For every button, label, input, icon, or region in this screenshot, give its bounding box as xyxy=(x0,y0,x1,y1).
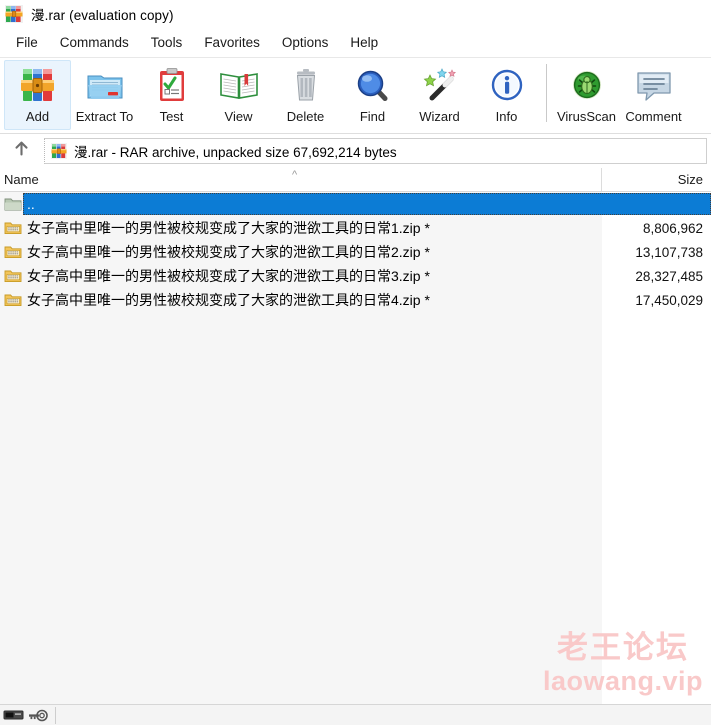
toolbar-label-add: Add xyxy=(25,109,50,124)
drive-icon[interactable] xyxy=(3,708,25,723)
archive-path-field[interactable]: 漫.rar - RAR archive, unpacked size 67,69… xyxy=(44,138,707,164)
toolbar-label-extract-to: Extract To xyxy=(75,109,134,124)
zip-archive-icon xyxy=(4,244,22,260)
row-name-cell: 女子高中里唯一的男性被校规变成了大家的泄欲工具的日常4.zip * xyxy=(0,288,602,312)
file-list-rows: .. 女子高中里唯一的男性被校规变成了大家的泄欲工具的日常1.zip * 8,8… xyxy=(0,192,711,312)
test-clipboard-icon xyxy=(150,65,194,105)
menu-item-options[interactable]: Options xyxy=(271,32,340,53)
toolbar-label-test: Test xyxy=(159,109,184,124)
winrar-books-icon xyxy=(51,143,67,159)
delete-trash-icon xyxy=(284,65,328,105)
table-row[interactable]: 女子高中里唯一的男性被校规变成了大家的泄欲工具的日常1.zip * 8,806,… xyxy=(0,216,711,240)
wizard-wand-icon xyxy=(418,65,462,105)
toolbar-button-comment[interactable]: Comment xyxy=(620,60,687,130)
virusscan-bug-icon xyxy=(565,65,609,105)
column-header-name[interactable]: Name ^ xyxy=(0,168,602,191)
column-header-size[interactable]: Size xyxy=(602,168,711,191)
key-icon[interactable] xyxy=(27,708,49,723)
row-name-label: .. xyxy=(27,196,35,212)
row-size-cell: 28,327,485 xyxy=(635,268,703,284)
find-magnifier-icon xyxy=(351,65,395,105)
column-header-size-label: Size xyxy=(677,172,703,187)
extract-folder-icon xyxy=(83,65,127,105)
toolbar-label-delete: Delete xyxy=(286,109,325,124)
archive-path-text: 漫.rar - RAR archive, unpacked size 67,69… xyxy=(74,145,397,160)
toolbar-button-view[interactable]: View xyxy=(205,60,272,130)
toolbar-button-add[interactable]: Add xyxy=(4,60,71,130)
toolbar-button-find[interactable]: Find xyxy=(339,60,406,130)
column-header-row: Name ^ Size xyxy=(0,168,711,192)
toolbar-button-delete[interactable]: Delete xyxy=(272,60,339,130)
row-name-cell: 女子高中里唯一的男性被校规变成了大家的泄欲工具的日常2.zip * xyxy=(0,240,602,264)
info-circle-icon xyxy=(485,65,529,105)
toolbar-label-find: Find xyxy=(359,109,386,124)
row-name-label: 女子高中里唯一的男性被校规变成了大家的泄欲工具的日常2.zip * xyxy=(27,244,430,260)
table-row[interactable]: 女子高中里唯一的男性被校规变成了大家的泄欲工具的日常4.zip * 17,450… xyxy=(0,288,711,312)
toolbar-button-virusscan[interactable]: VirusScan xyxy=(553,60,620,130)
row-name-cell: 女子高中里唯一的男性被校规变成了大家的泄欲工具的日常3.zip * xyxy=(0,264,602,288)
table-row[interactable]: 女子高中里唯一的男性被校规变成了大家的泄欲工具的日常3.zip * 28,327… xyxy=(0,264,711,288)
toolbar-label-virusscan: VirusScan xyxy=(556,109,616,124)
sort-ascending-caret-icon: ^ xyxy=(292,169,298,181)
menu-item-tools[interactable]: Tools xyxy=(140,32,194,53)
toolbar-label-info: Info xyxy=(495,109,518,124)
table-row[interactable]: .. xyxy=(0,192,711,216)
view-book-icon xyxy=(217,65,261,105)
window-title: 漫.rar (evaluation copy) xyxy=(31,8,174,23)
row-name-label: 女子高中里唯一的男性被校规变成了大家的泄欲工具的日常3.zip * xyxy=(27,268,430,284)
column-header-name-label: Name xyxy=(4,172,39,187)
toolbar-label-view: View xyxy=(224,109,253,124)
title-bar: 漫.rar (evaluation copy) xyxy=(0,0,711,28)
winrar-window: 漫.rar (evaluation copy) File Commands To… xyxy=(0,0,711,725)
row-selection-highlight xyxy=(23,193,711,215)
up-arrow-icon xyxy=(13,140,30,162)
row-size-cell: 8,806,962 xyxy=(642,220,703,236)
toolbar-button-test[interactable]: Test xyxy=(138,60,205,130)
menu-item-favorites[interactable]: Favorites xyxy=(193,32,271,53)
up-one-level-button[interactable] xyxy=(4,137,38,165)
status-bar-message xyxy=(60,707,711,724)
table-row[interactable]: 女子高中里唯一的男性被校规变成了大家的泄欲工具的日常2.zip * 13,107… xyxy=(0,240,711,264)
add-archive-icon xyxy=(16,65,60,105)
address-bar: 漫.rar - RAR archive, unpacked size 67,69… xyxy=(0,134,711,168)
toolbar-separator xyxy=(546,64,547,122)
row-size-cell: 13,107,738 xyxy=(635,244,703,260)
toolbar-button-wizard[interactable]: Wizard xyxy=(406,60,473,130)
comment-bubble-icon xyxy=(632,65,676,105)
toolbar: Add Extract To Test View Delete Find Wiz… xyxy=(0,58,711,134)
zip-archive-icon xyxy=(4,268,22,284)
parent-folder-icon xyxy=(4,196,22,212)
menu-item-file[interactable]: File xyxy=(5,32,49,53)
status-bar xyxy=(0,704,711,725)
toolbar-button-extract-to[interactable]: Extract To xyxy=(71,60,138,130)
file-list[interactable]: .. 女子高中里唯一的男性被校规变成了大家的泄欲工具的日常1.zip * 8,8… xyxy=(0,192,711,704)
zip-archive-icon xyxy=(4,292,22,308)
menu-item-help[interactable]: Help xyxy=(339,32,389,53)
winrar-books-icon xyxy=(5,5,23,23)
toolbar-label-comment: Comment xyxy=(625,109,682,124)
menu-bar: File Commands Tools Favorites Options He… xyxy=(0,28,711,58)
toolbar-button-info[interactable]: Info xyxy=(473,60,540,130)
menu-item-commands[interactable]: Commands xyxy=(49,32,140,53)
row-size-cell: 17,450,029 xyxy=(635,292,703,308)
row-name-cell: 女子高中里唯一的男性被校规变成了大家的泄欲工具的日常1.zip * xyxy=(0,216,602,240)
row-name-label: 女子高中里唯一的男性被校规变成了大家的泄欲工具的日常1.zip * xyxy=(27,220,430,236)
toolbar-label-wizard: Wizard xyxy=(419,109,460,124)
row-name-label: 女子高中里唯一的男性被校规变成了大家的泄欲工具的日常4.zip * xyxy=(27,292,430,308)
status-bar-divider xyxy=(55,706,56,724)
zip-archive-icon xyxy=(4,220,22,236)
